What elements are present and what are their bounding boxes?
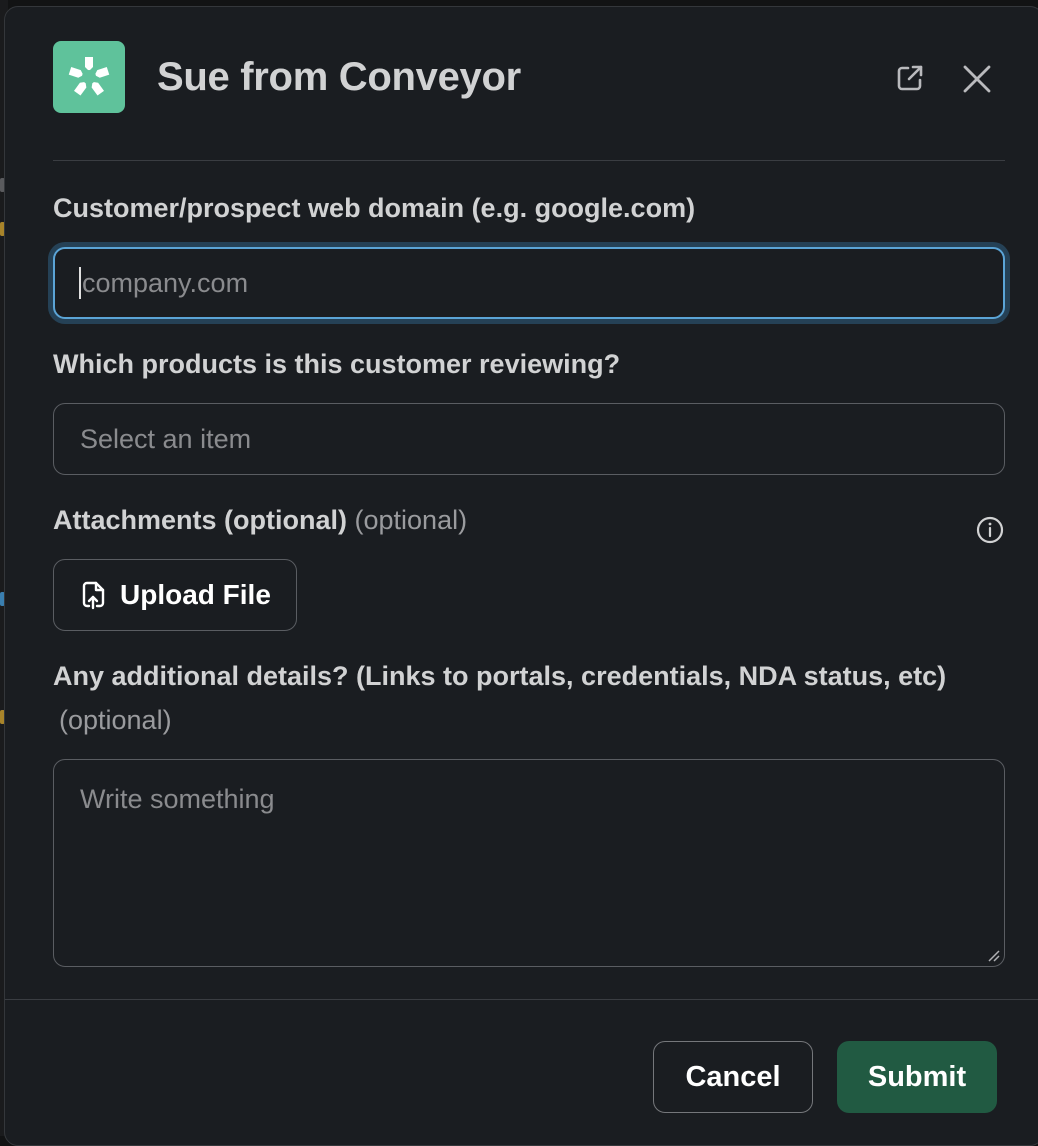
- products-select[interactable]: Select an item: [53, 403, 1005, 475]
- header-divider: [53, 160, 1005, 161]
- domain-label: Customer/prospect web domain (e.g. googl…: [53, 193, 696, 223]
- external-link-icon: [897, 65, 923, 91]
- upload-file-icon: [82, 581, 105, 610]
- upload-file-label: Upload File: [120, 579, 271, 610]
- domain-input[interactable]: company.com: [53, 247, 1005, 319]
- modal-dialog: Sue from Conveyor Customer/prospect web …: [4, 6, 1038, 1146]
- close-icon: [963, 65, 991, 93]
- info-icon[interactable]: [975, 515, 1005, 545]
- attachments-label: Attachments (optional) (optional): [53, 505, 467, 536]
- open-external-button[interactable]: [891, 59, 929, 97]
- upload-file-button[interactable]: Upload File: [53, 559, 297, 631]
- details-optional: (optional): [59, 705, 172, 735]
- details-label: Any additional details? (Links to portal…: [53, 661, 947, 691]
- modal-header: Sue from Conveyor: [53, 41, 1009, 113]
- attachments-optional: (optional): [354, 505, 468, 535]
- products-label: Which products is this customer reviewin…: [53, 349, 621, 379]
- modal-title: Sue from Conveyor: [157, 55, 521, 99]
- submit-button[interactable]: Submit: [837, 1041, 997, 1113]
- products-placeholder: Select an item: [80, 423, 252, 454]
- conveyor-logo-icon: [53, 41, 125, 113]
- attachments-label-text: Attachments (optional): [53, 505, 347, 535]
- text-caret: [79, 267, 81, 299]
- details-placeholder: Write something: [80, 784, 275, 814]
- details-textarea[interactable]: Write something: [53, 759, 1005, 967]
- cancel-button[interactable]: Cancel: [653, 1041, 813, 1113]
- close-button[interactable]: [957, 59, 997, 99]
- resize-handle-icon[interactable]: [986, 948, 1000, 962]
- footer-divider: [5, 999, 1038, 1000]
- domain-placeholder: company.com: [82, 267, 249, 298]
